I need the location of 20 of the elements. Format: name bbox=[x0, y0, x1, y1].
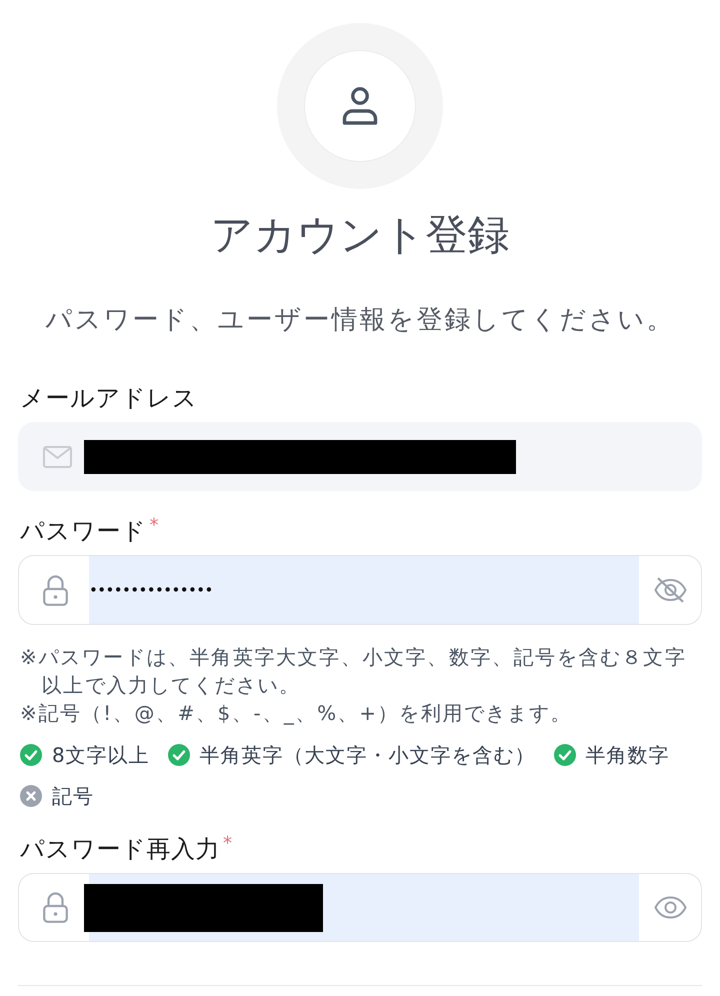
password-confirm-field[interactable] bbox=[18, 873, 702, 942]
password-value: ••••••••••••••• bbox=[89, 580, 213, 600]
field-label: パスワード再入力 bbox=[20, 834, 220, 865]
requirement-label: 半角数字 bbox=[586, 743, 670, 767]
requirement-label: 半角英字（大文字・小文字を含む） bbox=[200, 743, 536, 767]
password-field[interactable]: ••••••••••••••• bbox=[18, 555, 702, 625]
page-subtitle: パスワード、ユーザー情報を登録してください。 bbox=[44, 304, 676, 337]
required-mark: * bbox=[223, 833, 232, 855]
password-note: ※パスワードは、半角英字大文字、小文字、数字、記号を含む８文字以上で入力してください。 bbox=[19, 644, 688, 699]
mail-icon bbox=[43, 446, 72, 468]
user-icon bbox=[342, 87, 378, 125]
lock-icon bbox=[43, 574, 68, 606]
field-label: メールアドレス bbox=[20, 383, 198, 414]
field-label: パスワード bbox=[20, 516, 146, 547]
page-title: アカウント登録 bbox=[210, 209, 510, 261]
requirement-label: 8文字以上 bbox=[52, 743, 150, 767]
required-mark: * bbox=[150, 515, 158, 537]
requirement-label: 記号 bbox=[52, 784, 94, 808]
lock-icon bbox=[43, 892, 68, 923]
password-note: ※記号（!、@、#、$、-、_、%、+）を利用できます。 bbox=[19, 700, 574, 727]
